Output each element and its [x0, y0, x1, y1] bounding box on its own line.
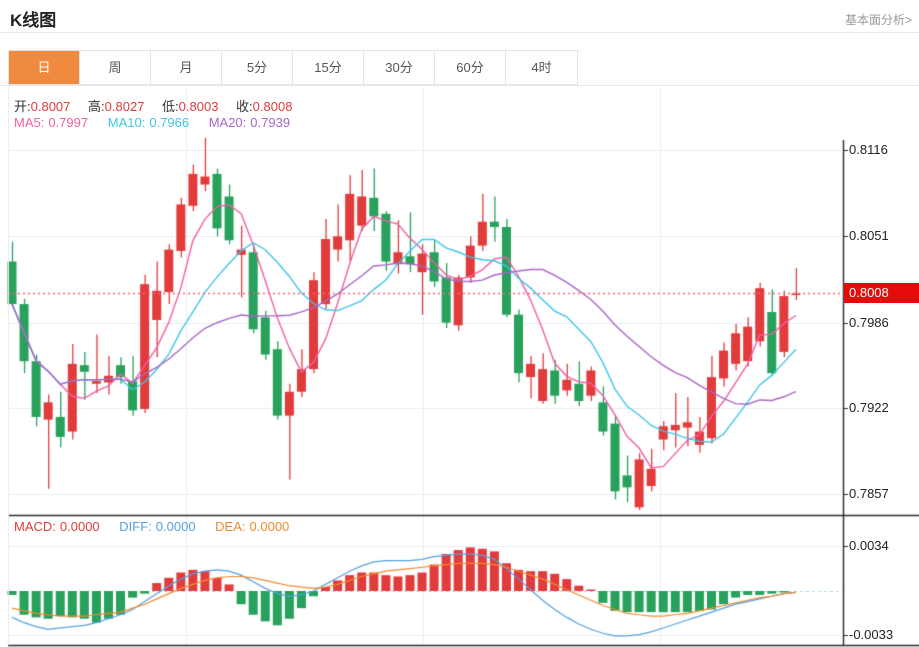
tab-period-2[interactable]: 月 [151, 51, 222, 84]
macd-axis-label: -0.0033 [849, 626, 894, 642]
ma5-readout: MA5: 0.7997 [14, 115, 88, 130]
tab-period-5[interactable]: 30分 [364, 51, 435, 84]
diff-value: 0.0000 [155, 519, 196, 534]
ma10-label: MA10: [107, 115, 146, 130]
close-label: 收: [236, 99, 253, 114]
tab-period-0[interactable]: 日 [9, 51, 80, 84]
high-label: 高: [88, 99, 105, 114]
tabbar-underline [0, 85, 919, 86]
macd-axis-label: 0.0034 [849, 538, 889, 554]
open-label: 开: [14, 99, 31, 114]
tab-period-6[interactable]: 60分 [435, 51, 506, 84]
ma20-readout: MA20: 0.7939 [209, 115, 290, 130]
high-readout: 高:0.8027 [88, 99, 144, 114]
ma10-value: 0.7966 [149, 115, 190, 130]
macd-value-readout: MACD: 0.0000 [14, 519, 100, 534]
low-value: 0.8003 [178, 99, 219, 114]
ma5-label: MA5: [14, 115, 45, 130]
tab-period-3[interactable]: 5分 [222, 51, 293, 84]
price-axis-label: 0.7922 [849, 399, 889, 415]
title-divider [0, 32, 919, 33]
ma20-value: 0.7939 [250, 115, 291, 130]
price-axis-label: 0.7857 [849, 486, 889, 501]
tab-period-1[interactable]: 周 [80, 51, 151, 84]
close-value: 0.8008 [252, 99, 293, 114]
tab-period-7[interactable]: 4时 [506, 51, 577, 84]
diff-value-readout: DIFF: 0.0000 [119, 519, 195, 534]
high-value: 0.8027 [104, 99, 145, 114]
open-value: 0.8007 [30, 99, 71, 114]
ma10-readout: MA10: 0.7966 [108, 115, 189, 130]
period-tabbar: 日周月 5分 15分 30分 60分 4时 [8, 50, 578, 85]
low-readout: 低:0.8003 [162, 99, 218, 114]
dea-label: DEA: [215, 519, 246, 534]
fundamental-analysis-link[interactable]: 基本面分析> [845, 11, 912, 28]
low-label: 低: [162, 99, 179, 114]
dea-value-readout: DEA: 0.0000 [215, 519, 289, 534]
macd-value: 0.0000 [59, 519, 100, 534]
ohlc-readout: 开:0.8007 高:0.8027 低:0.8003 收:0.8008 [14, 96, 306, 115]
last-price-badge: 0.8008 [844, 283, 919, 304]
ma-readout: MA5: 0.7997 MA10: 0.7966 MA20: 0.7939 [14, 115, 306, 130]
macd-label: MACD: [14, 519, 56, 534]
tab-period-4[interactable]: 15分 [293, 51, 364, 84]
open-readout: 开:0.8007 [14, 99, 70, 114]
price-axis-label: 0.7986 [849, 314, 889, 330]
macd-readout: MACD: 0.0000 DIFF: 0.0000 DEA: 0.0000 [14, 519, 305, 534]
ma20-label: MA20: [208, 115, 247, 130]
ma5-value: 0.7997 [48, 115, 89, 130]
price-axis-label: 0.8051 [849, 228, 889, 244]
price-axis-label: 0.8116 [849, 142, 888, 157]
page-title: K线图 [10, 11, 57, 30]
close-readout: 收:0.8008 [236, 99, 292, 114]
dea-value: 0.0000 [249, 519, 290, 534]
diff-label: DIFF: [119, 519, 152, 534]
